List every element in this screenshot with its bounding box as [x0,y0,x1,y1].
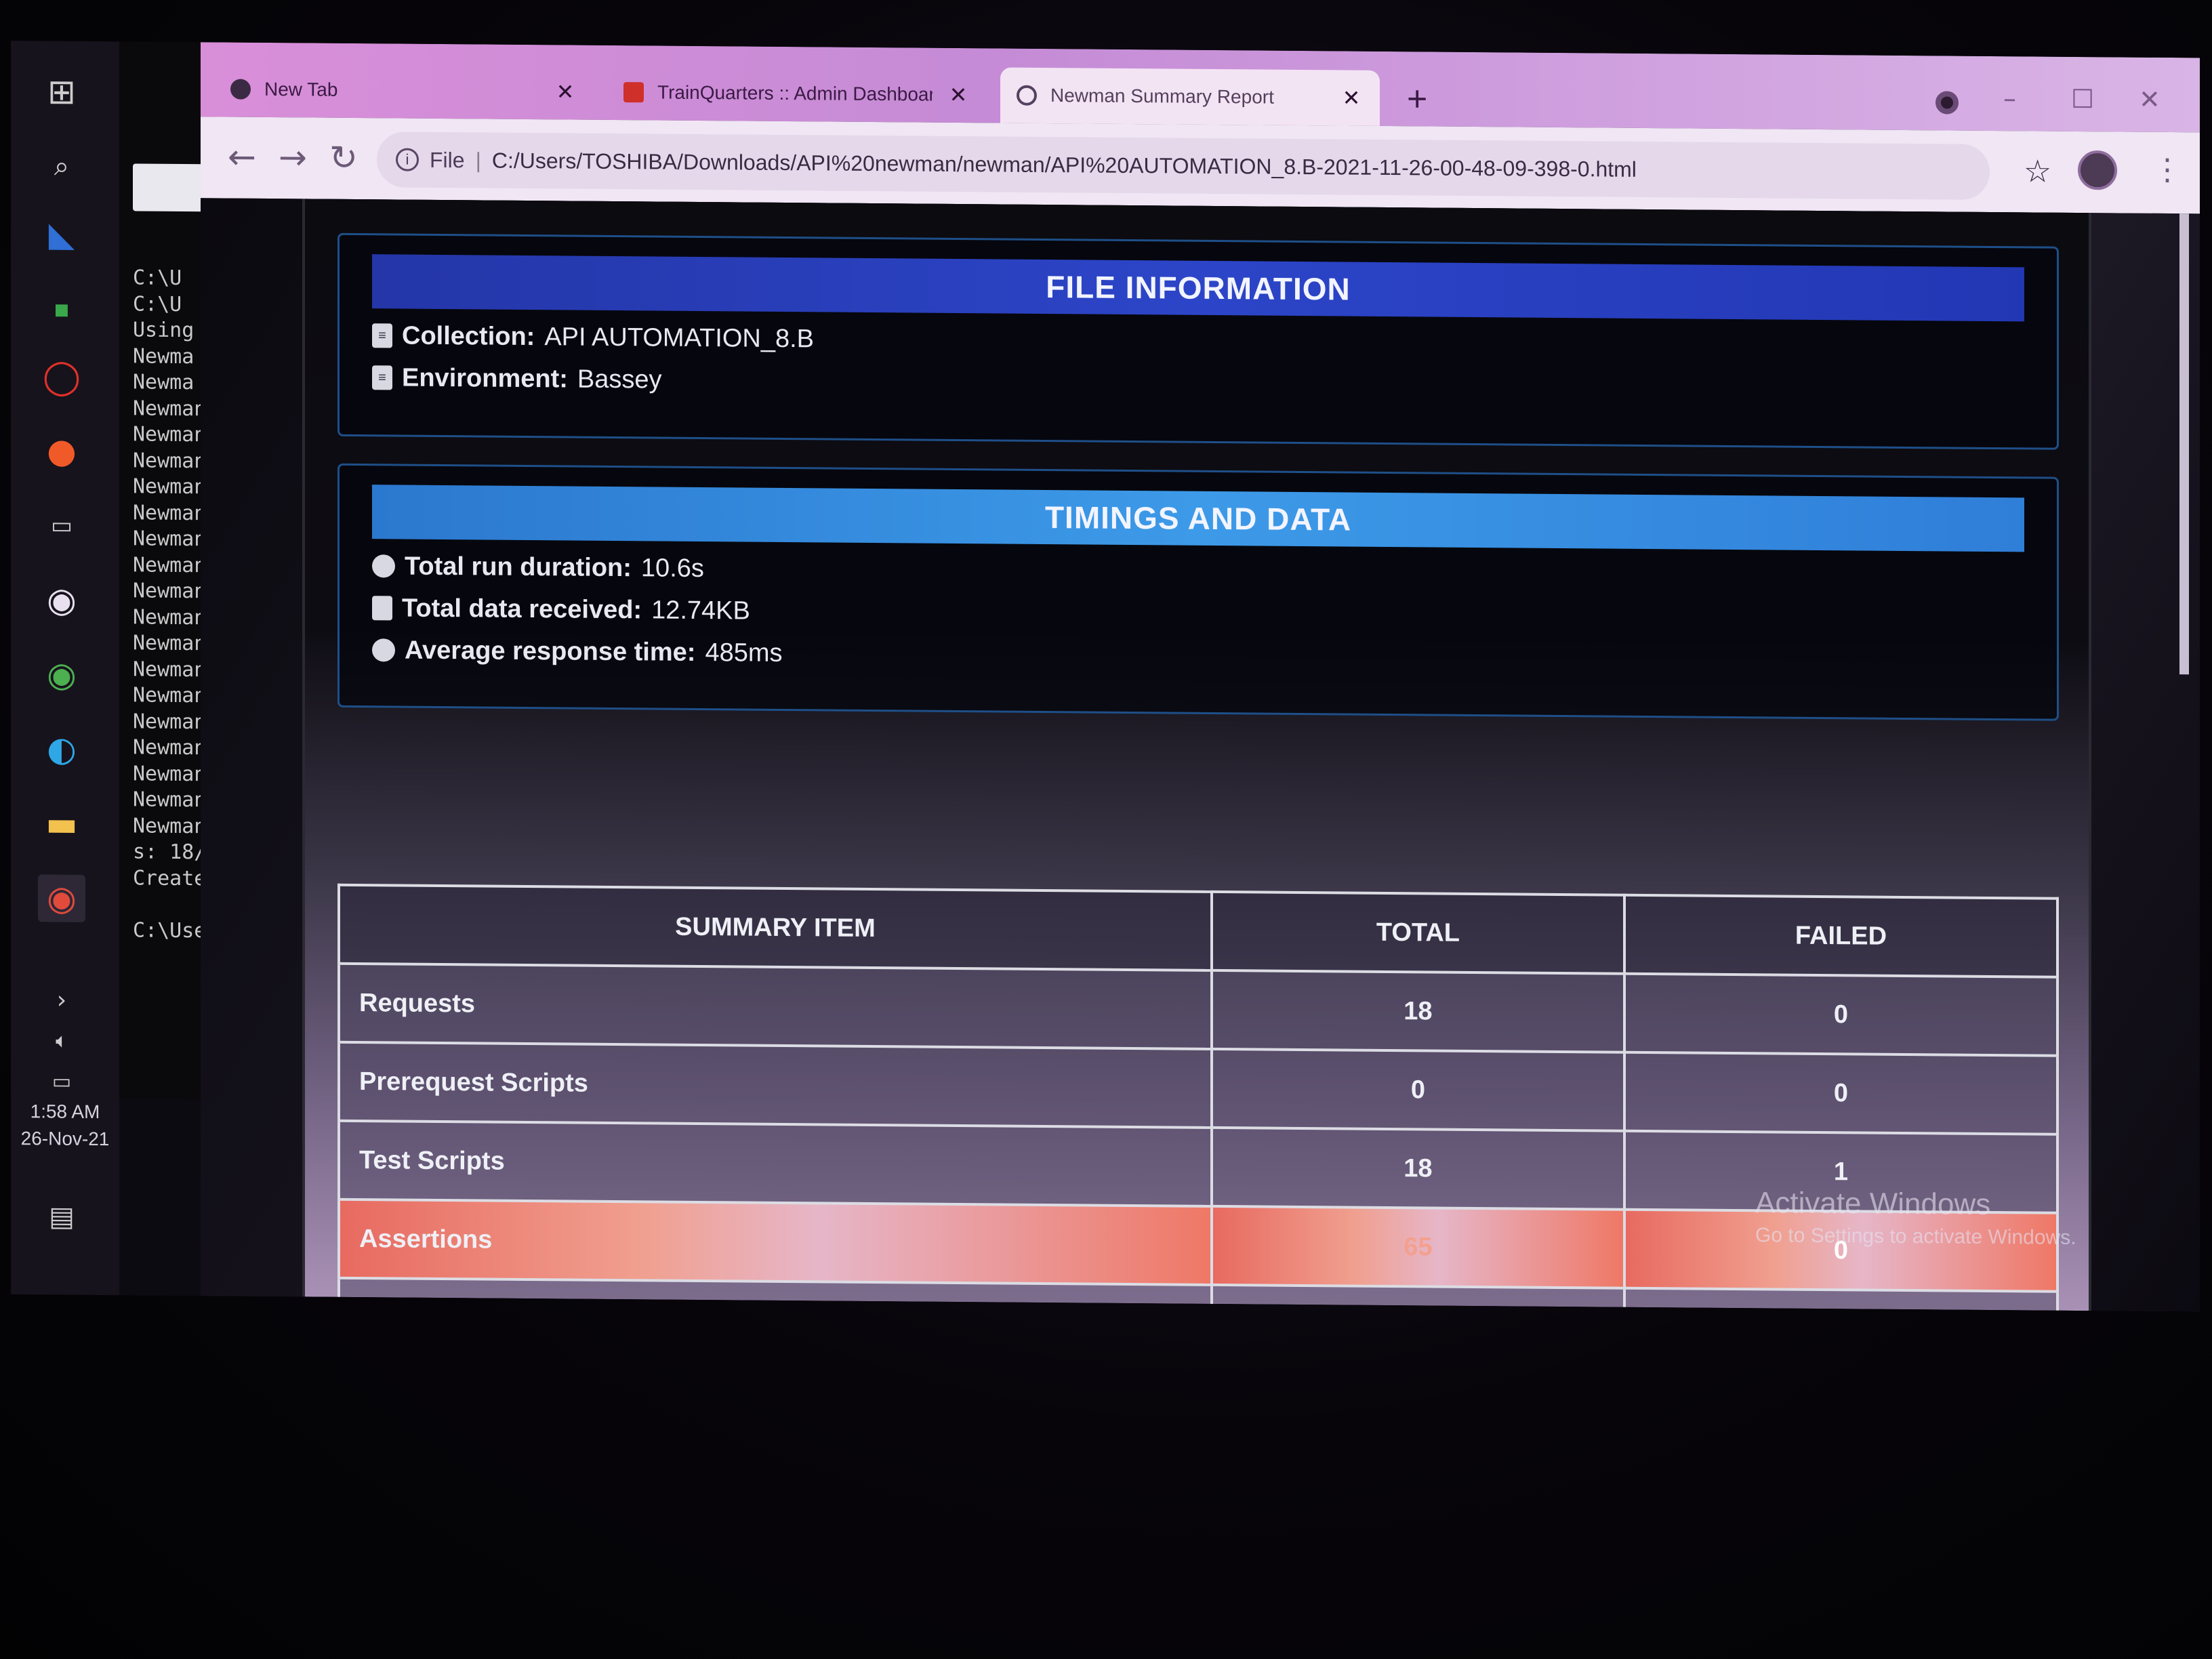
profile-avatar[interactable] [2078,150,2117,190]
failed-value: 0 [1624,973,2057,1056]
activate-windows-watermark: Activate Windows Go to Settings to activ… [1755,1186,2076,1250]
search-icon[interactable]: ⌕ [38,142,85,190]
timings-and-data-card: TIMINGS AND DATA Total run duration: 10.… [337,463,2059,721]
windows-taskbar: ⊞ ⌕ ◣ ▪ ◯ ● ▭ ◉ ◉ ◐ ▬ ◉ › 🔈︎ ▭ 1:58 AM 2… [11,41,119,1296]
tab-newman-report[interactable]: Newman Summary Report ✕ [1000,67,1380,126]
divider: | [475,147,481,172]
postman-icon[interactable]: ● [38,427,85,475]
total-value: 65 [1211,1206,1624,1288]
total-value: 0 [1211,1284,1624,1312]
table-header-row: SUMMARY ITEM TOTAL FAILED [339,884,2057,977]
field-value: 10.6s [640,553,704,583]
field-label: Average response time: [405,636,696,667]
terminal-icon[interactable]: ▪ [38,285,85,333]
window-close-icon[interactable]: ✕ [2139,85,2160,115]
field-label: Total data received: [402,594,642,624]
file-information-card: FILE INFORMATION ≡ Collection: API AUTOM… [337,232,2059,450]
close-icon[interactable]: ✕ [553,79,577,104]
summary-item: Test Scripts [339,1120,1212,1206]
table-row: Prerequest Scripts 0 0 [339,1042,2057,1134]
watermark-subtitle: Go to Settings to activate Windows. [1755,1224,2076,1249]
globe-icon [1017,85,1037,106]
bookmark-star-icon[interactable]: ☆ [2024,152,2051,189]
field-value: 485ms [705,638,783,668]
globe-icon [230,79,251,100]
browser-toolbar: ← → ↻ i File | C:/Users/TOSHIBA/Download… [201,117,2200,214]
column-header: SUMMARY ITEM [339,884,1212,970]
failed-value: 0 [1624,1052,2057,1134]
chrome-profile-icon-2[interactable]: ◉ [38,651,85,699]
chrome-profile-icon[interactable]: ◉ [38,576,85,624]
avg-response-row: Average response time: 485ms [372,635,2024,678]
maximize-icon[interactable]: ☐ [2071,84,2094,114]
more-menu-icon[interactable]: ⋮ [2152,152,2182,187]
total-value: 18 [1211,1127,1624,1210]
scheme-label: File [430,147,465,172]
edge-icon[interactable]: ◐ [38,725,85,773]
info-icon[interactable]: i [396,148,419,171]
field-value: 12.74KB [651,595,750,626]
close-icon[interactable]: ✕ [946,82,970,108]
column-header: FAILED [1624,895,2057,977]
table-row: Requests 18 0 [339,963,2057,1056]
report-page: FILE INFORMATION ≡ Collection: API AUTOM… [302,198,2091,1312]
tab-title: TrainQuarters :: Admin Dashboar [657,81,933,105]
field-label: Collection: [402,321,535,351]
collection-row: ≡ Collection: API AUTOMATION_8.B [372,321,2024,363]
back-icon[interactable]: ← [228,138,256,177]
trainquarters-icon [623,82,644,103]
reload-icon[interactable]: ↻ [329,138,358,178]
clock-time[interactable]: 1:58 AM [11,1098,119,1126]
column-header: TOTAL [1211,891,1624,974]
vertical-scrollbar-thumb[interactable] [2179,213,2189,675]
field-value: Bassey [577,365,662,394]
field-value: API AUTOMATION_8.B [544,322,815,353]
field-label: Environment: [402,363,568,393]
data-received-row: Total data received: 12.74KB [372,593,2024,636]
file-icon: ≡ [372,323,392,348]
summary-item: Prerequest Scripts [339,1042,1212,1128]
failed-value [1624,1288,2057,1312]
stopwatch-icon [372,638,395,662]
browser-window: New Tab ✕ TrainQuarters :: Admin Dashboa… [201,42,2200,1312]
card-heading: FILE INFORMATION [372,254,2024,322]
total-value: 0 [1211,1048,1624,1131]
clock-date[interactable]: 26-Nov-21 [11,1125,119,1153]
chrome-active-icon[interactable]: ◉ [38,874,85,922]
environment-row: ≡ Environment: Bassey [372,363,2024,405]
keyboard-icon[interactable]: ▭ [38,501,85,550]
stopwatch-icon [372,554,395,578]
opera-icon[interactable]: ◯ [38,352,85,401]
photo-scene: ⊞ ⌕ ◣ ▪ ◯ ● ▭ ◉ ◉ ◐ ▬ ◉ › 🔈︎ ▭ 1:58 AM 2… [0,0,2212,1659]
terminal-tab-thumbnail[interactable] [133,163,207,212]
record-icon[interactable] [1936,91,1959,115]
laptop-screen: ⊞ ⌕ ◣ ▪ ◯ ● ▭ ◉ ◉ ◐ ▬ ◉ › 🔈︎ ▭ 1:58 AM 2… [11,41,2200,1312]
summary-item: Requests [339,963,1212,1049]
terminal-text: C:\U C:\U Using Newma Newma Newman Newma… [133,266,207,943]
field-label: Total run duration: [405,552,632,582]
address-bar[interactable]: i File | C:/Users/TOSHIBA/Downloads/API%… [377,131,1990,200]
page-viewport: FILE INFORMATION ≡ Collection: API AUTOM… [201,198,2200,1312]
forward-icon[interactable]: → [279,138,307,177]
run-duration-row: Total run duration: 10.6s [372,551,2024,594]
notifications-icon[interactable]: ▤ [38,1193,85,1241]
vscode-icon[interactable]: ◣ [38,210,85,258]
windows-start-icon[interactable]: ⊞ [38,68,85,116]
url-text[interactable]: C:/Users/TOSHIBA/Downloads/API%20newman/… [492,148,1637,182]
database-icon [372,596,392,621]
tab-title: Newman Summary Report [1050,85,1274,108]
tab-new-tab[interactable]: New Tab ✕ [214,61,594,119]
new-tab-button[interactable]: + [1407,79,1427,119]
card-heading: TIMINGS AND DATA [372,485,2024,552]
file-explorer-icon[interactable]: ▬ [38,800,85,848]
file-icon: ≡ [372,365,392,390]
close-icon[interactable]: ✕ [1339,85,1364,110]
summary-item: Assertions [339,1199,1212,1285]
laptop-bezel [1057,1322,1193,1342]
total-value: 18 [1211,970,1624,1052]
tab-trainquarters[interactable]: TrainQuarters :: Admin Dashboar ✕ [607,64,987,123]
watermark-title: Activate Windows [1755,1186,1991,1221]
minimize-icon[interactable]: – [2003,83,2016,113]
tab-title: New Tab [264,78,338,100]
